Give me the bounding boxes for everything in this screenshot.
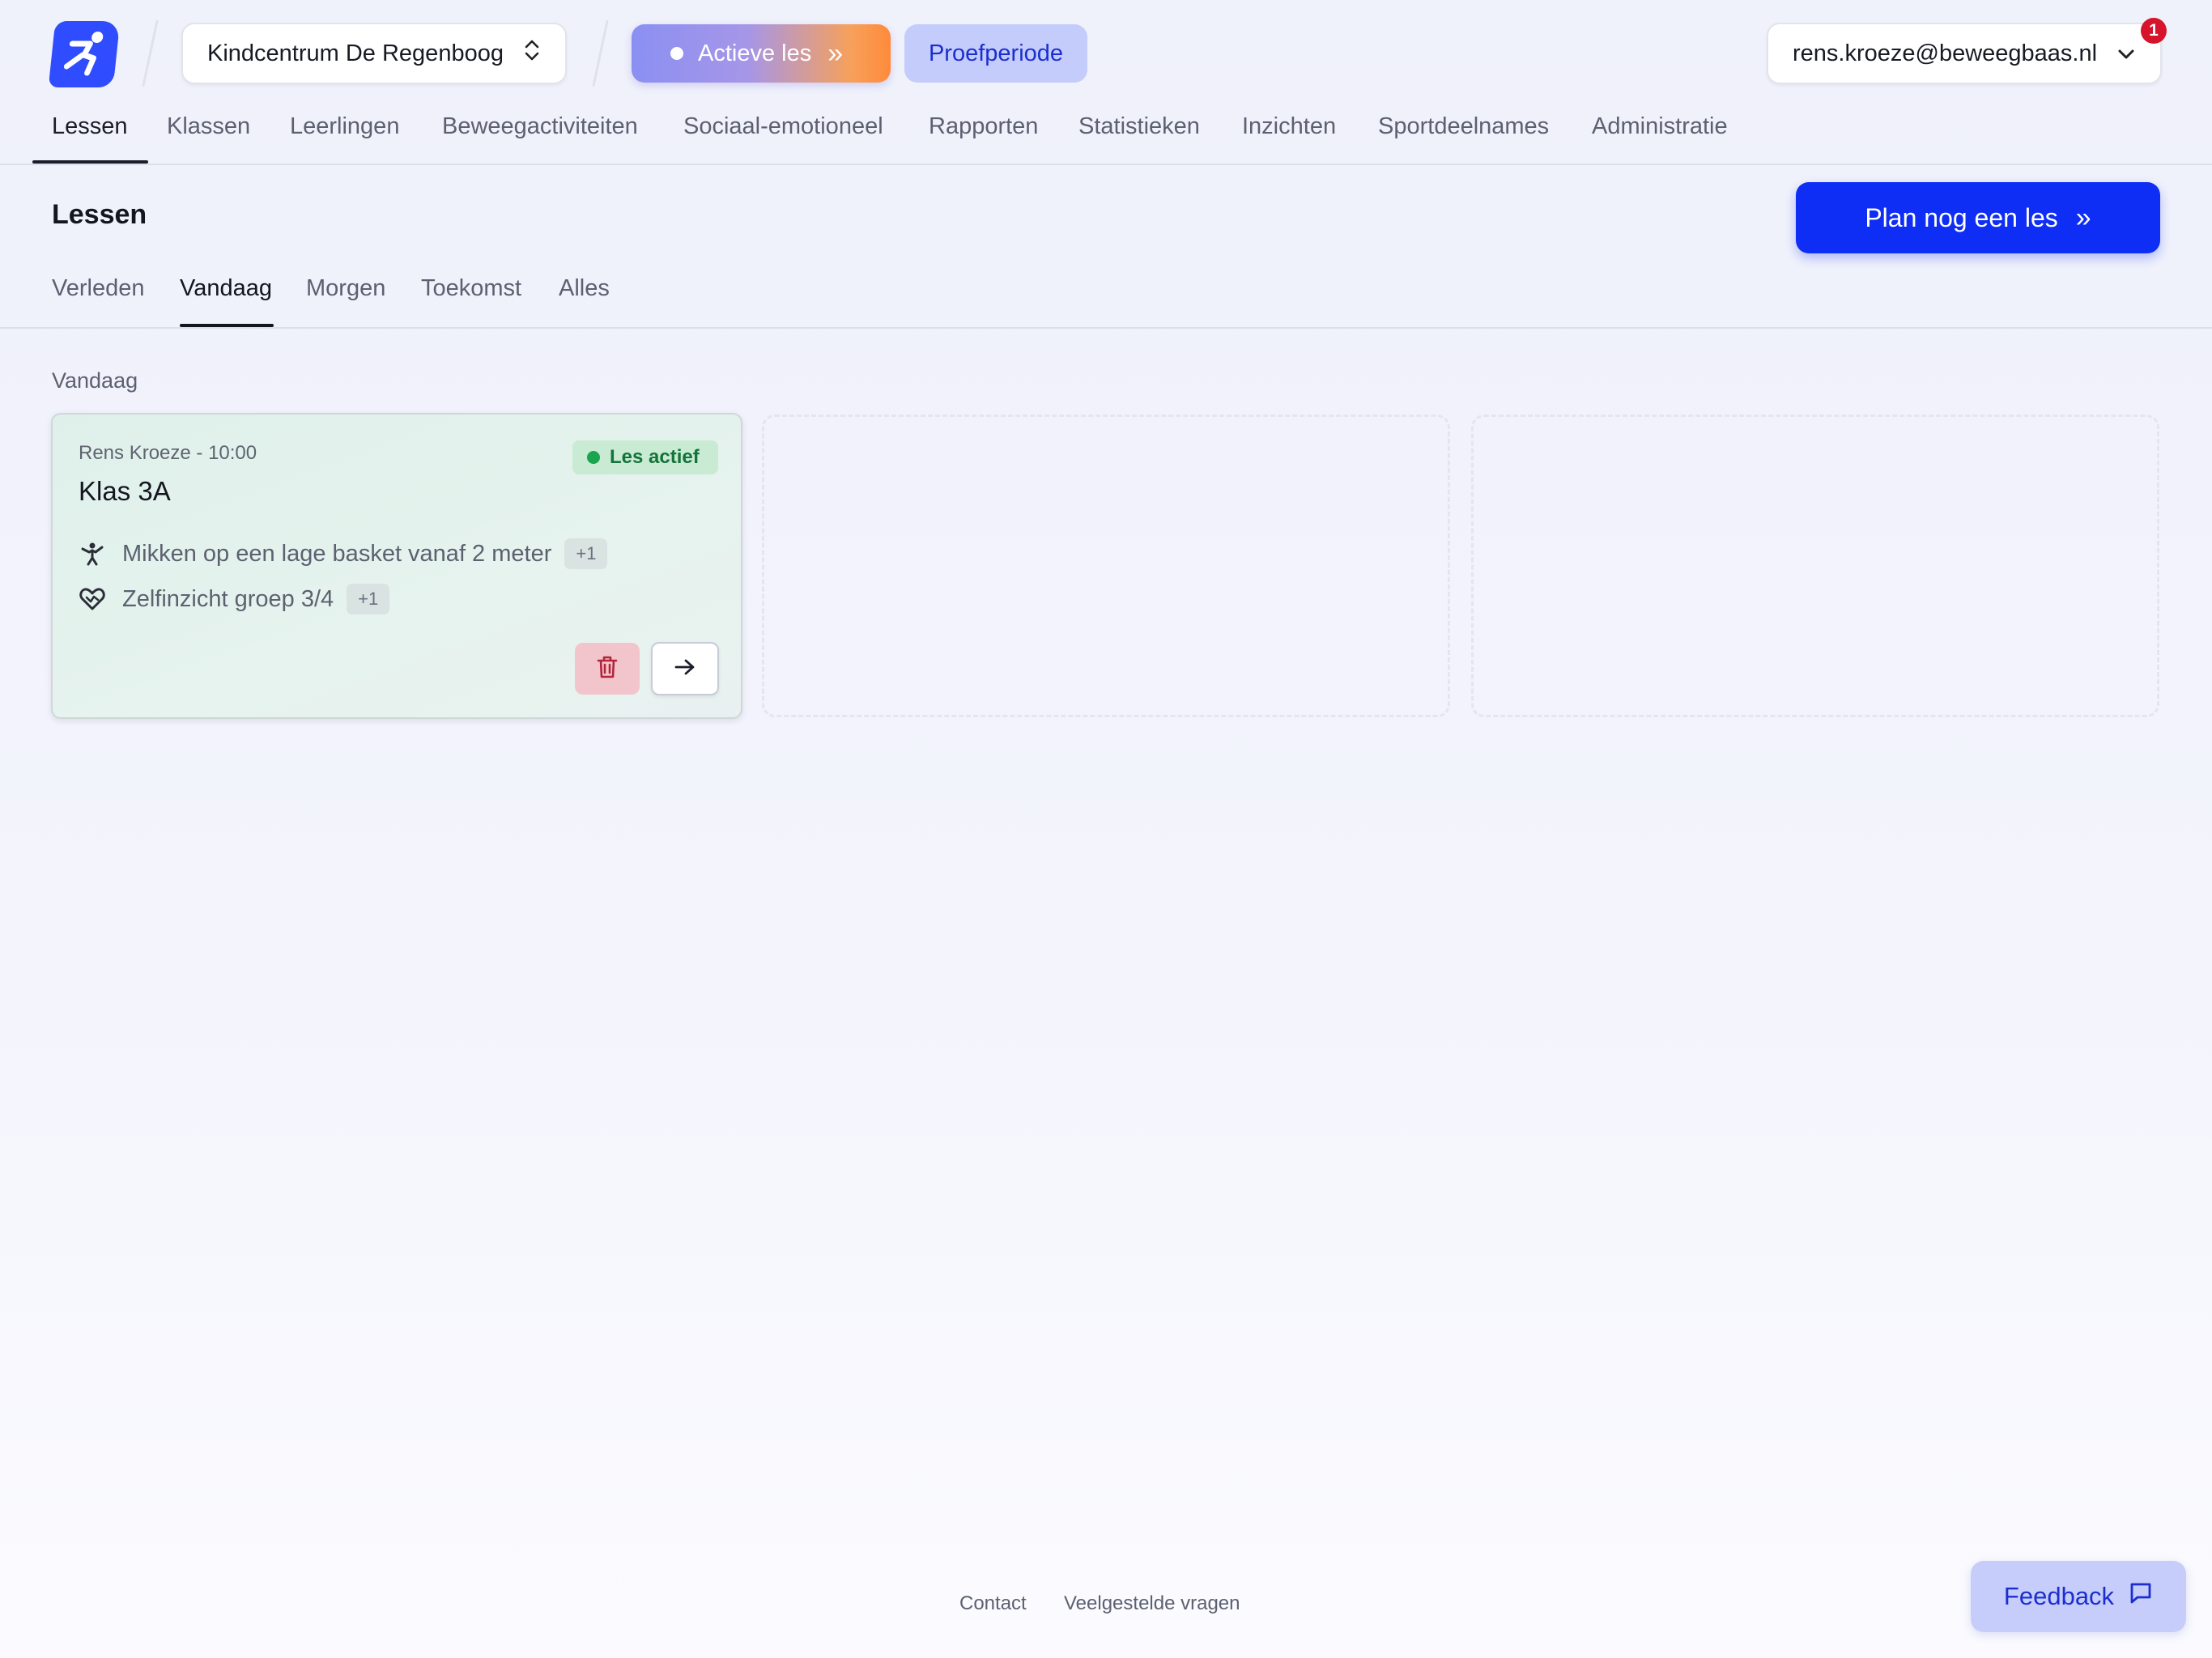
divider (592, 19, 609, 87)
notification-badge[interactable]: 1 (2141, 18, 2167, 44)
activity-label: Zelfinzicht groep 3/4 (122, 585, 334, 612)
extra-count-chip: +1 (564, 538, 608, 569)
footer-link-contact[interactable]: Contact (959, 1592, 1027, 1615)
status-dot-icon (587, 451, 600, 464)
chevrons-right-icon: » (2075, 202, 2091, 233)
section-label: Vandaag (52, 368, 138, 393)
feedback-button[interactable]: Feedback (1971, 1561, 2186, 1632)
account-email: rens.kroeze@beweegbaas.nl (1793, 40, 2098, 66)
lesson-card[interactable]: Rens Kroeze - 10:00 Klas 3A Les actief M… (51, 413, 742, 719)
school-selector[interactable]: Kindcentrum De Regenboog (181, 23, 567, 84)
nav-item-rapporten[interactable]: Rapporten (929, 113, 1038, 165)
nav-item-inzichten[interactable]: Inzichten (1242, 113, 1336, 165)
message-square-icon (2114, 1581, 2153, 1612)
top-bar: Kindcentrum De Regenboog Actieve les » P… (0, 0, 2212, 108)
active-tab-indicator (180, 324, 274, 327)
chevrons-right-icon: » (827, 37, 844, 69)
arrow-right-icon (674, 658, 696, 680)
open-lesson-button[interactable] (651, 642, 719, 695)
empty-lesson-slot (1471, 414, 2159, 717)
trash-icon (597, 656, 618, 682)
tab-alles[interactable]: Alles (559, 275, 610, 302)
empty-lesson-slot (762, 414, 1450, 717)
chevron-up-down-icon (523, 37, 541, 70)
trial-label: Proefperiode (928, 40, 1064, 66)
plan-lesson-button[interactable]: Plan nog een les » (1796, 182, 2160, 253)
page-title: Lessen (52, 199, 147, 230)
school-name: Kindcentrum De Regenboog (207, 40, 504, 66)
nav-item-administratie[interactable]: Administratie (1592, 113, 1728, 165)
extra-count-chip: +1 (347, 584, 390, 614)
main-nav: Lessen Klassen Leerlingen Beweegactivite… (0, 108, 2212, 165)
lesson-tabs: Verleden Vandaag Morgen Toekomst Alles (0, 275, 2212, 329)
tab-verleden[interactable]: Verleden (52, 275, 145, 302)
active-nav-indicator (32, 160, 148, 164)
lesson-teacher-time: Rens Kroeze - 10:00 (79, 442, 257, 464)
nav-item-statistieken[interactable]: Statistieken (1078, 113, 1200, 165)
activity-label: Mikken op een lage basket vanaf 2 meter (122, 540, 552, 567)
heart-hands-icon (79, 585, 106, 613)
account-menu[interactable]: rens.kroeze@beweegbaas.nl (1767, 23, 2162, 84)
tab-toekomst[interactable]: Toekomst (421, 275, 521, 302)
nav-item-leerlingen[interactable]: Leerlingen (290, 113, 399, 165)
live-dot-icon (670, 47, 683, 60)
nav-item-lessen[interactable]: Lessen (52, 113, 128, 165)
nav-item-klassen[interactable]: Klassen (167, 113, 250, 165)
beweegbaas-logo-icon[interactable] (48, 21, 121, 87)
footer-link-faq[interactable]: Veelgestelde vragen (1064, 1592, 1240, 1615)
trial-period-button[interactable]: Proefperiode (904, 24, 1087, 83)
active-lesson-button[interactable]: Actieve les » (632, 24, 891, 83)
feedback-label: Feedback (2003, 1582, 2115, 1610)
tab-morgen[interactable]: Morgen (306, 275, 385, 302)
sport-icon (79, 540, 106, 568)
nav-item-sociaal-emotioneel[interactable]: Sociaal-emotioneel (683, 113, 883, 165)
plan-lesson-label: Plan nog een les (1865, 202, 2058, 232)
active-lesson-label: Actieve les (698, 40, 812, 66)
divider (142, 19, 159, 87)
delete-lesson-button[interactable] (575, 643, 640, 695)
chevron-down-icon (2116, 40, 2136, 67)
tab-vandaag[interactable]: Vandaag (180, 275, 272, 302)
activity-item: Mikken op een lage basket vanaf 2 meter … (79, 536, 608, 572)
nav-item-sportdeelnames[interactable]: Sportdeelnames (1378, 113, 1549, 165)
activity-item: Zelfinzicht groep 3/4 +1 (79, 581, 390, 617)
lesson-class-name: Klas 3A (79, 476, 171, 506)
nav-item-beweegactiviteiten[interactable]: Beweegactiviteiten (442, 113, 638, 165)
status-badge: Les actief (572, 440, 718, 474)
status-label: Les actief (610, 446, 700, 468)
